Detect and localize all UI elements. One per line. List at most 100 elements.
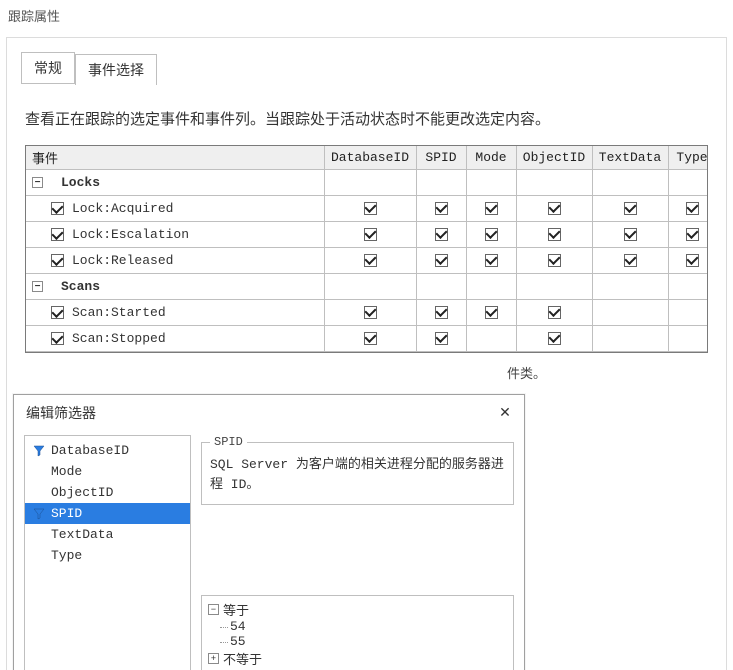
event-label: Scan:Stopped [72,331,166,346]
cond-neq[interactable]: + 不等于 [208,649,507,668]
event-cell[interactable] [466,326,516,352]
event-cell[interactable] [516,326,592,352]
event-cell[interactable] [324,326,416,352]
filter-label: SPID [51,506,82,521]
event-cell[interactable] [466,300,516,326]
event-cell[interactable] [592,326,668,352]
checkbox-icon[interactable] [686,228,699,241]
col-spid[interactable]: SPID [416,146,466,170]
checkbox-icon[interactable] [485,306,498,319]
filter-item-objectid[interactable]: ObjectID [25,482,190,503]
cond-eq[interactable]: − 等于 [208,600,507,619]
checkbox-icon[interactable] [624,228,637,241]
checkbox-icon[interactable] [364,228,377,241]
event-cell[interactable] [324,300,416,326]
event-cell[interactable] [668,196,708,222]
col-event[interactable]: 事件 [26,146,324,170]
event-cell[interactable] [516,300,592,326]
checkbox-icon[interactable] [51,228,64,241]
checkbox-icon[interactable] [51,306,64,319]
checkbox-icon[interactable] [548,254,561,267]
checkbox-icon[interactable] [548,202,561,215]
event-cell[interactable] [324,222,416,248]
dialog-titlebar[interactable]: 编辑筛选器 ✕ [14,395,524,431]
event-cell[interactable] [516,196,592,222]
collapse-icon[interactable]: − [32,177,43,188]
filter-label: Type [51,548,82,563]
checkbox-icon[interactable] [435,228,448,241]
filter-item-databaseid[interactable]: DatabaseID [25,440,190,461]
event-cell[interactable] [668,326,708,352]
group-row[interactable]: −Locks [26,170,708,196]
checkbox-icon[interactable] [364,306,377,319]
checkbox-icon[interactable] [435,332,448,345]
checkbox-icon[interactable] [51,202,64,215]
checkbox-icon[interactable] [51,332,64,345]
event-cell[interactable] [592,248,668,274]
event-cell[interactable] [416,300,466,326]
dialog-body: DatabaseIDModeObjectID SPID TextData Type S… [14,431,524,670]
event-cell[interactable] [668,248,708,274]
event-row: Scan:Stopped [26,326,708,352]
checkbox-icon[interactable] [364,254,377,267]
filter-item-type[interactable]: Type [25,545,190,566]
checkbox-icon[interactable] [364,332,377,345]
event-cell[interactable] [592,222,668,248]
filter-item-mode[interactable]: Mode [25,461,190,482]
cond-value[interactable]: 54 [230,619,507,634]
checkbox-icon[interactable] [435,254,448,267]
checkbox-icon[interactable] [485,254,498,267]
condition-tree[interactable]: − 等于 54 55 + 不等于 + 大于等于 [201,595,514,670]
event-cell[interactable] [668,300,708,326]
checkbox-icon[interactable] [364,202,377,215]
filter-descbox: SPID SQL Server 为客户端的相关进程分配的服务器进程 ID。 [201,435,514,505]
filter-item-spid[interactable]: SPID [25,503,190,524]
event-cell[interactable] [416,326,466,352]
col-objectid[interactable]: ObjectID [516,146,592,170]
event-cell[interactable] [466,196,516,222]
close-icon[interactable]: ✕ [496,404,514,422]
event-cell[interactable] [416,196,466,222]
checkbox-icon[interactable] [485,202,498,215]
col-textdata[interactable]: TextData [592,146,668,170]
event-cell[interactable] [592,196,668,222]
tab-event-selection[interactable]: 事件选择 [75,54,157,85]
filter-dialog: 编辑筛选器 ✕ DatabaseIDModeObjectID SPID TextDa… [13,394,525,670]
event-cell[interactable] [324,248,416,274]
event-cell[interactable] [592,300,668,326]
event-cell[interactable] [516,248,592,274]
filter-item-textdata[interactable]: TextData [25,524,190,545]
checkbox-icon[interactable] [548,332,561,345]
event-cell[interactable] [466,248,516,274]
tab-general[interactable]: 常规 [21,52,75,84]
filter-list[interactable]: DatabaseIDModeObjectID SPID TextData Type [24,435,191,670]
checkbox-icon[interactable] [485,228,498,241]
checkbox-icon[interactable] [686,202,699,215]
checkbox-icon[interactable] [686,254,699,267]
event-cell[interactable] [668,222,708,248]
event-cell[interactable] [416,222,466,248]
checkbox-icon[interactable] [548,306,561,319]
event-cell[interactable] [324,196,416,222]
checkbox-icon[interactable] [435,202,448,215]
event-cell[interactable] [516,222,592,248]
checkbox-icon[interactable] [624,254,637,267]
checkbox-icon[interactable] [435,306,448,319]
collapse-icon[interactable]: − [208,604,219,615]
event-row: Lock:Acquired [26,196,708,222]
event-cell[interactable] [416,248,466,274]
collapse-icon[interactable]: − [32,281,43,292]
outer-frame: 常规 事件选择 查看正在跟踪的选定事件和事件列。当跟踪处于活动状态时不能更改选定… [6,37,727,670]
expand-icon[interactable]: + [208,653,219,664]
event-label: Lock:Released [72,253,173,268]
checkbox-icon[interactable] [51,254,64,267]
checkbox-icon[interactable] [624,202,637,215]
col-type[interactable]: Type [668,146,708,170]
event-cell[interactable] [466,222,516,248]
col-databaseid[interactable]: DatabaseID [324,146,416,170]
checkbox-icon[interactable] [548,228,561,241]
cond-value[interactable]: 55 [230,634,507,649]
group-row[interactable]: −Scans [26,274,708,300]
col-mode[interactable]: Mode [466,146,516,170]
header-row: 事件 DatabaseID SPID Mode ObjectID TextDat… [26,146,708,170]
